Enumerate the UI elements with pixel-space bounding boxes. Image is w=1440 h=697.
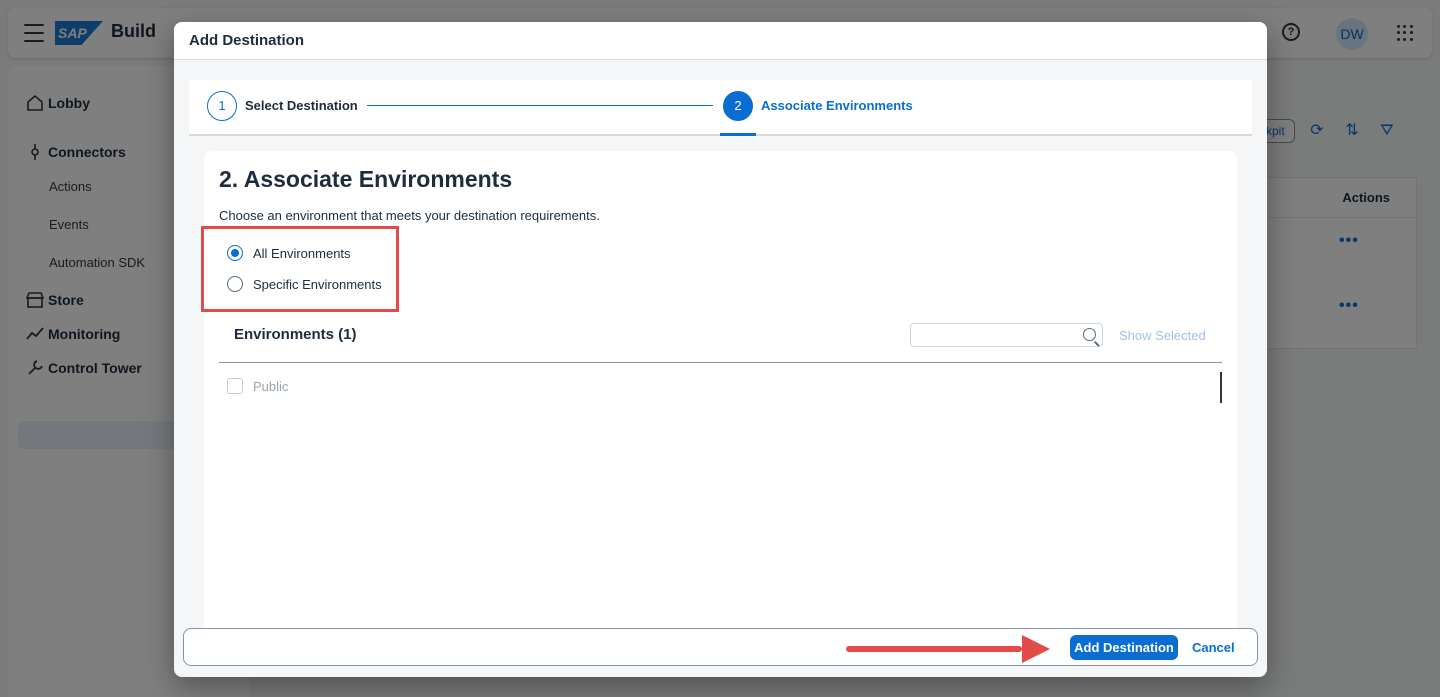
add-destination-dialog: Add Destination 1 Select Destination 2 A… — [174, 22, 1267, 677]
section-description: Choose an environment that meets your de… — [219, 208, 600, 223]
search-icon[interactable] — [1083, 328, 1096, 341]
dialog-title: Add Destination — [189, 32, 304, 49]
active-step-underline — [720, 133, 756, 136]
environment-row[interactable]: Public — [227, 378, 288, 394]
step-1-indicator[interactable]: 1 — [207, 91, 237, 121]
environment-checkbox[interactable] — [227, 378, 243, 394]
environments-title: Environments (1) — [234, 326, 357, 343]
radio-button-checked[interactable] — [227, 245, 243, 261]
annotation-arrow — [846, 646, 1022, 652]
radio-specific-environments[interactable]: Specific Environments — [227, 274, 382, 294]
table-divider — [219, 362, 1222, 363]
step-connector — [367, 105, 713, 106]
step-content: 2. Associate Environments Choose an envi… — [201, 151, 1237, 651]
radio-label: All Environments — [253, 245, 351, 261]
annotation-arrow-head — [1022, 635, 1050, 663]
add-destination-button[interactable]: Add Destination — [1070, 635, 1178, 660]
scrollbar[interactable] — [1220, 372, 1222, 403]
dialog-footer: Add Destination Cancel — [183, 628, 1258, 666]
environment-label: Public — [253, 378, 289, 394]
environment-search-input[interactable] — [910, 323, 1103, 347]
cancel-button[interactable]: Cancel — [1192, 640, 1235, 655]
step-2-label[interactable]: Associate Environments — [761, 98, 913, 113]
annotation-highlight-box — [201, 226, 399, 312]
step-2-indicator[interactable]: 2 — [723, 91, 753, 121]
wizard-progress: 1 Select Destination 2 Associate Environ… — [189, 80, 1252, 136]
radio-button[interactable] — [227, 276, 243, 292]
dialog-header: Add Destination — [174, 22, 1267, 60]
radio-all-environments[interactable]: All Environments — [227, 243, 351, 263]
section-title: 2. Associate Environments — [219, 166, 513, 192]
radio-label: Specific Environments — [253, 276, 382, 292]
step-1-label[interactable]: Select Destination — [245, 98, 358, 113]
show-selected-button[interactable]: Show Selected — [1119, 328, 1206, 343]
